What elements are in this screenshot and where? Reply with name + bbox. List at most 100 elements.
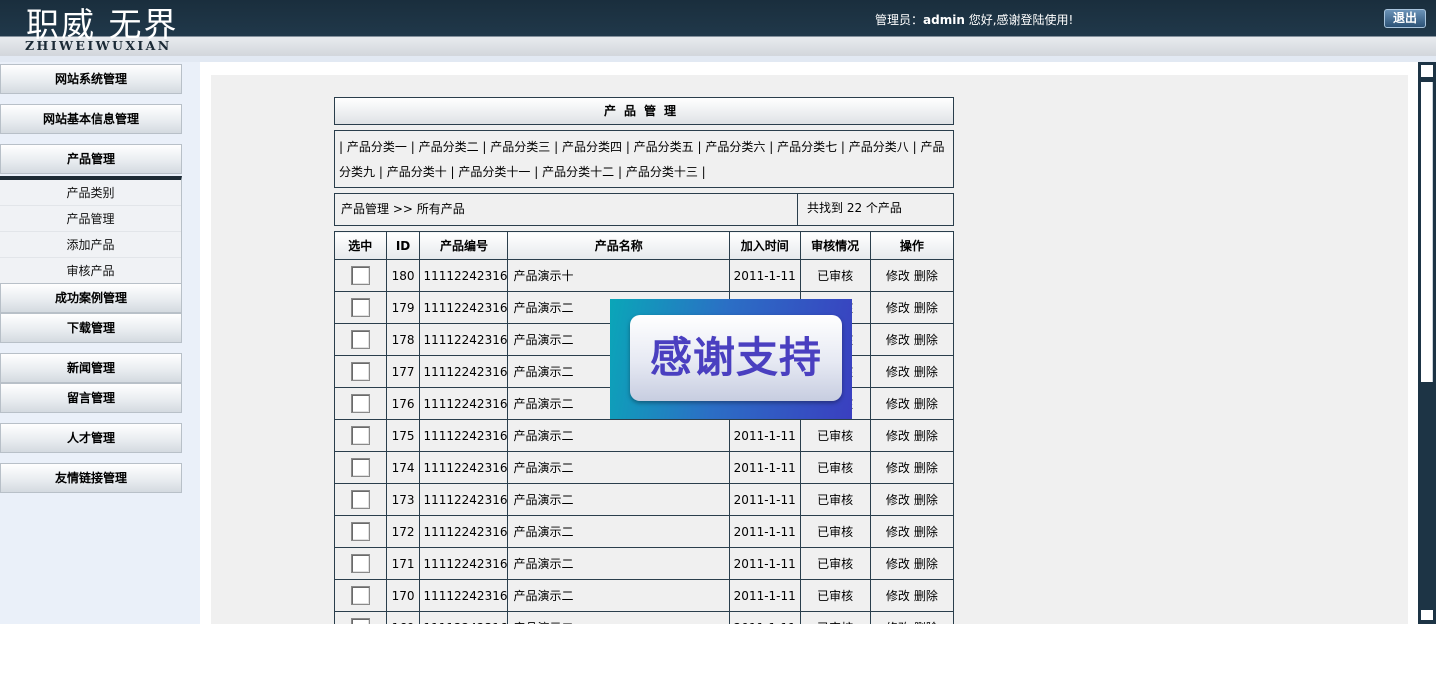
delete-link[interactable]: 删除 xyxy=(914,429,938,443)
id-cell: 176 xyxy=(385,387,421,420)
row-checkbox[interactable] xyxy=(350,586,370,605)
row-checkbox[interactable] xyxy=(350,298,370,317)
category-link[interactable]: 产品分类七 xyxy=(777,140,837,154)
select-cell xyxy=(334,419,387,452)
delete-link[interactable]: 删除 xyxy=(914,269,938,283)
code-cell: 11112242316 xyxy=(419,515,509,548)
actions-cell: 修改删除 xyxy=(869,291,955,324)
edit-link[interactable]: 修改 xyxy=(886,557,910,571)
name-cell: 产品演示二 xyxy=(507,547,730,580)
status-cell: 已审核 xyxy=(799,259,871,292)
delete-link[interactable]: 删除 xyxy=(914,589,938,603)
vertical-scrollbar[interactable] xyxy=(1418,62,1436,624)
actions-cell: 修改删除 xyxy=(869,419,955,452)
select-cell xyxy=(334,291,387,324)
actions-cell: 修改删除 xyxy=(869,579,955,612)
category-link[interactable]: 产品分类三 xyxy=(490,140,550,154)
status-cell: 已审核 xyxy=(799,419,871,452)
row-checkbox[interactable] xyxy=(350,458,370,477)
select-cell xyxy=(334,611,387,624)
name-cell: 产品演示二 xyxy=(507,611,730,624)
delete-link[interactable]: 删除 xyxy=(914,365,938,379)
delete-link[interactable]: 删除 xyxy=(914,397,938,411)
delete-link[interactable]: 删除 xyxy=(914,301,938,315)
edit-link[interactable]: 修改 xyxy=(886,525,910,539)
select-cell xyxy=(334,323,387,356)
delete-link[interactable]: 删除 xyxy=(914,525,938,539)
table-row: 16911112242316产品演示二2011-1-11已审核修改删除 xyxy=(334,611,955,624)
status-cell: 已审核 xyxy=(799,451,871,484)
table-row: 174 11112242316 产品演示二 2011-1-11 已审核 修改 删除 xyxy=(334,451,955,484)
scroll-down-button[interactable] xyxy=(1419,608,1435,622)
status-cell: 已审核 xyxy=(799,579,871,612)
row-checkbox[interactable] xyxy=(350,362,370,381)
delete-link[interactable]: 删除 xyxy=(914,557,938,571)
id-cell: 169 xyxy=(385,611,421,624)
edit-link[interactable]: 修改 xyxy=(886,397,910,411)
category-link[interactable]: 产品分类五 xyxy=(634,140,694,154)
edit-link[interactable]: 修改 xyxy=(886,301,910,315)
scroll-thumb[interactable] xyxy=(1421,82,1433,382)
status-cell: 已审核 xyxy=(799,483,871,516)
row-checkbox[interactable] xyxy=(350,554,370,573)
scroll-up-button[interactable] xyxy=(1419,63,1435,79)
row-checkbox[interactable] xyxy=(350,522,370,541)
id-cell: 178 xyxy=(385,323,421,356)
category-sep: | xyxy=(534,165,543,179)
row-checkbox[interactable] xyxy=(350,490,370,509)
select-cell xyxy=(334,483,387,516)
id-cell: 175 xyxy=(385,419,421,452)
category-link[interactable]: 产品分类四 xyxy=(562,140,622,154)
table-header-row: 选中 ID 产品编号 产品名称 加入时间 审核情况 操作 xyxy=(334,231,955,260)
name-cell: 产品演示二 xyxy=(507,579,730,612)
select-cell xyxy=(334,451,387,484)
select-cell xyxy=(334,355,387,388)
category-link[interactable]: 产品分类八 xyxy=(849,140,909,154)
category-link[interactable]: 产品分类十二 xyxy=(542,165,614,179)
col-header-select: 选中 xyxy=(334,231,387,260)
code-cell: 11112242316 xyxy=(419,355,509,388)
actions-cell: 修改删除 xyxy=(869,483,955,516)
category-link[interactable]: 产品分类一 xyxy=(347,140,407,154)
edit-link[interactable]: 修改 xyxy=(886,493,910,507)
actions-cell: 修改删除 xyxy=(869,547,955,580)
category-link[interactable]: 产品分类十一 xyxy=(458,165,530,179)
edit-link[interactable]: 修改 xyxy=(886,589,910,603)
edit-link[interactable]: 修改 xyxy=(886,333,910,347)
category-link[interactable]: 产品分类十三 xyxy=(626,165,698,179)
actions-cell: 修改删除 xyxy=(869,387,955,420)
category-link[interactable]: 产品分类二 xyxy=(419,140,479,154)
category-link[interactable]: 产品分类六 xyxy=(705,140,765,154)
product-table: 选中 ID 产品编号 产品名称 加入时间 审核情况 操作 180 11112242… xyxy=(334,231,955,624)
result-count: 共找到 22 个产品 xyxy=(797,194,954,225)
table-row: 170 11112242316 产品演示二 2011-1-11 已审核 修改 删除 xyxy=(334,579,955,612)
category-link[interactable]: 产品分类十 xyxy=(387,165,447,179)
id-cell: 179 xyxy=(385,291,421,324)
table-row: 175 11112242316 产品演示二 2011-1-11 已审核 修改 删除 xyxy=(334,419,955,452)
category-sep: | xyxy=(410,140,419,154)
delete-link[interactable]: 删除 xyxy=(914,333,938,347)
actions-cell: 修改删除 xyxy=(869,259,955,292)
time-cell: 2011-1-11 xyxy=(728,611,801,624)
edit-link[interactable]: 修改 xyxy=(886,429,910,443)
table-row: 172 11112242316 产品演示二 2011-1-11 已审核 修改 删除 xyxy=(334,515,955,548)
row-checkbox[interactable] xyxy=(350,426,370,445)
delete-link[interactable]: 删除 xyxy=(914,461,938,475)
col-header-actions: 操作 xyxy=(869,231,955,260)
category-sep: | xyxy=(339,140,347,154)
row-checkbox[interactable] xyxy=(350,266,370,285)
edit-link[interactable]: 修改 xyxy=(886,461,910,475)
row-checkbox[interactable] xyxy=(350,330,370,349)
row-checkbox[interactable] xyxy=(350,394,370,413)
select-cell xyxy=(334,259,387,292)
edit-link[interactable]: 修改 xyxy=(886,269,910,283)
delete-link[interactable]: 删除 xyxy=(914,493,938,507)
code-cell: 11112242316 xyxy=(419,579,509,612)
thanks-badge-text: 感谢支持 xyxy=(649,333,822,382)
breadcrumb: 产品管理 >> 所有产品 xyxy=(341,202,465,216)
select-cell xyxy=(334,515,387,548)
name-cell: 产品演示二 xyxy=(507,515,730,548)
code-cell: 11112242316 xyxy=(419,451,509,484)
id-cell: 171 xyxy=(385,547,421,580)
edit-link[interactable]: 修改 xyxy=(886,365,910,379)
